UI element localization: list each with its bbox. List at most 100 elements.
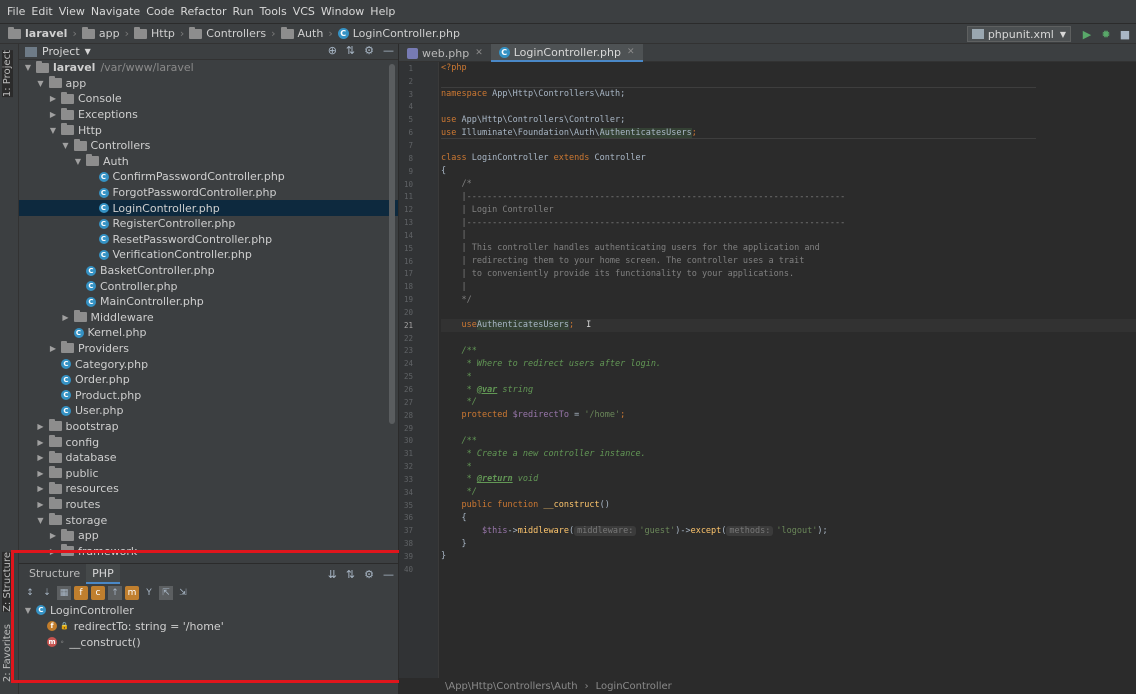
tree-folder-row[interactable]: ▶ resources [19, 481, 398, 497]
gear-icon[interactable]: ⚙ [364, 568, 374, 581]
sort-visibility-icon[interactable]: ↕ [23, 586, 37, 600]
menu-navigate[interactable]: Navigate [88, 5, 143, 18]
close-icon[interactable]: ✕ [627, 47, 635, 57]
tree-folder-row[interactable]: ▶ database [19, 450, 398, 466]
menu-file[interactable]: File [4, 5, 28, 18]
chevron-right-icon[interactable]: ▶ [36, 453, 46, 462]
chevron-down-icon[interactable]: ▼ [36, 516, 46, 525]
tree-file-row[interactable]: C Controller.php [19, 278, 398, 294]
chevron-right-icon[interactable]: ▶ [36, 469, 46, 478]
tree-file-row[interactable]: C ConfirmPasswordController.php [19, 169, 398, 185]
tree-file-row[interactable]: C Category.php [19, 356, 398, 372]
tree-folder-row[interactable]: ▼ Controllers [19, 138, 398, 154]
tree-file-row[interactable]: C MainController.php [19, 294, 398, 310]
chevron-right-icon[interactable]: ▶ [48, 94, 58, 103]
tree-file-row[interactable]: C RegisterController.php [19, 216, 398, 232]
menu-run[interactable]: Run [230, 5, 257, 18]
chevron-right-icon[interactable]: ▶ [48, 344, 58, 353]
tree-file-row[interactable]: C ResetPasswordController.php [19, 232, 398, 248]
chevron-down-icon[interactable]: ▼ [73, 157, 83, 166]
nav-crumb-app[interactable]: app › [81, 26, 134, 40]
editor-tab-logincontroller[interactable]: C LoginController.php ✕ [490, 44, 643, 62]
tab-structure[interactable]: Structure [23, 564, 86, 584]
menu-refactor[interactable]: Refactor [177, 5, 229, 18]
tree-folder-row[interactable]: ▶ app [19, 528, 398, 544]
chevron-down-icon[interactable]: ▼ [85, 47, 91, 56]
expand-all-icon[interactable]: ⇊ [328, 568, 337, 581]
debug-icon[interactable]: ✹ [1098, 28, 1114, 41]
tree-file-row[interactable]: C VerificationController.php [19, 247, 398, 263]
autoscroll-to-source-icon[interactable]: ⇱ [159, 586, 173, 600]
menu-tools[interactable]: Tools [257, 5, 290, 18]
tree-file-row[interactable]: C Product.php [19, 387, 398, 403]
collapse-all-icon[interactable]: ⇅ [346, 568, 355, 581]
tree-folder-row[interactable]: ▶ bootstrap [19, 419, 398, 435]
chevron-right-icon[interactable]: ▶ [36, 500, 46, 509]
code-area[interactable]: 1 <?php 2 3 namespace App\Http\Controllers… [404, 62, 1136, 576]
menu-view[interactable]: View [56, 5, 88, 18]
breadcrumb-namespace[interactable]: \App\Http\Controllers\Auth [445, 681, 578, 692]
tree-folder-row[interactable]: ▶ routes [19, 497, 398, 513]
tree-folder-row[interactable]: ▶ Providers [19, 341, 398, 357]
menu-code[interactable]: Code [143, 5, 177, 18]
nav-crumb-controllers[interactable]: Controllers › [189, 26, 280, 40]
project-scrollbar[interactable] [389, 64, 395, 424]
tab-php[interactable]: PHP [86, 564, 120, 584]
show-constants-icon[interactable]: c [91, 586, 105, 600]
tree-folder-row[interactable]: ▶ Middleware [19, 310, 398, 326]
group-icon[interactable]: ▦ [57, 586, 71, 600]
project-tool-tab[interactable]: 1: Project [2, 50, 13, 98]
menu-help[interactable]: Help [367, 5, 398, 18]
chevron-right-icon[interactable]: ▶ [48, 110, 58, 119]
show-inherited-icon[interactable]: ↑ [108, 586, 122, 600]
tree-file-row[interactable]: C User.php [19, 403, 398, 419]
chevron-down-icon[interactable]: ▼ [23, 606, 33, 615]
code-editor[interactable]: 1 <?php 2 3 namespace App\Http\Controllers… [399, 62, 1136, 678]
show-methods-icon[interactable]: m [125, 586, 139, 600]
structure-tool-tab[interactable]: Z: Structure [2, 552, 13, 612]
show-fields-icon[interactable]: f [74, 586, 88, 600]
chevron-right-icon[interactable]: ▶ [48, 547, 58, 556]
hide-icon[interactable]: — [383, 568, 394, 581]
run-icon[interactable]: ▶ [1079, 28, 1095, 41]
locate-icon[interactable]: ⊕ [328, 44, 337, 57]
tree-folder-row[interactable]: ▼ Http [19, 122, 398, 138]
gear-icon[interactable]: ⚙ [364, 44, 374, 57]
tree-file-row[interactable]: C LoginController.php [19, 200, 398, 216]
sort-alpha-icon[interactable]: ⇣ [40, 586, 54, 600]
menu-vcs[interactable]: VCS [290, 5, 318, 18]
tree-folder-row[interactable]: ▶ public [19, 465, 398, 481]
menu-window[interactable]: Window [318, 5, 367, 18]
nav-crumb-auth[interactable]: Auth › [280, 26, 338, 40]
tree-file-row[interactable]: C ForgotPasswordController.php [19, 185, 398, 201]
favorites-tool-tab[interactable]: 2: Favorites [2, 624, 13, 682]
tree-folder-row[interactable]: ▼ app [19, 76, 398, 92]
chevron-right-icon[interactable]: ▶ [36, 484, 46, 493]
tree-folder-row[interactable]: ▶ Exceptions [19, 107, 398, 123]
breadcrumb-class[interactable]: LoginController [596, 681, 672, 692]
structure-item-method[interactable]: m ∘ __construct() [19, 634, 398, 650]
chevron-down-icon[interactable]: ▼ [61, 141, 71, 150]
tree-folder-row[interactable]: ▶ config [19, 434, 398, 450]
tree-folder-row[interactable]: ▶ framework [19, 543, 398, 559]
collapse-all-icon[interactable]: ⇅ [346, 44, 355, 57]
tree-folder-row[interactable]: ▶ Console [19, 91, 398, 107]
run-config-selector[interactable]: phpunit.xml ▼ [966, 26, 1071, 42]
filter-icon[interactable]: Y [142, 586, 156, 600]
close-icon[interactable]: ✕ [475, 48, 483, 58]
chevron-right-icon[interactable]: ▶ [36, 422, 46, 431]
tree-file-row[interactable]: C Order.php [19, 372, 398, 388]
autoscroll-from-source-icon[interactable]: ⇲ [176, 586, 190, 600]
chevron-right-icon[interactable]: ▶ [61, 313, 71, 322]
chevron-down-icon[interactable]: ▼ [23, 63, 33, 72]
chevron-right-icon[interactable]: ▶ [48, 531, 58, 540]
chevron-down-icon[interactable]: ▼ [36, 79, 46, 88]
nav-crumb-http[interactable]: Http › [133, 26, 189, 40]
nav-crumb-laravel[interactable]: laravel › [8, 26, 82, 40]
hide-icon[interactable]: — [383, 44, 394, 57]
chevron-right-icon[interactable]: ▶ [36, 438, 46, 447]
chevron-down-icon[interactable]: ▼ [48, 126, 58, 135]
tree-file-row[interactable]: C Kernel.php [19, 325, 398, 341]
menu-edit[interactable]: Edit [28, 5, 55, 18]
structure-item-field[interactable]: f 🔒 redirectTo: string = '/home' [19, 618, 398, 634]
